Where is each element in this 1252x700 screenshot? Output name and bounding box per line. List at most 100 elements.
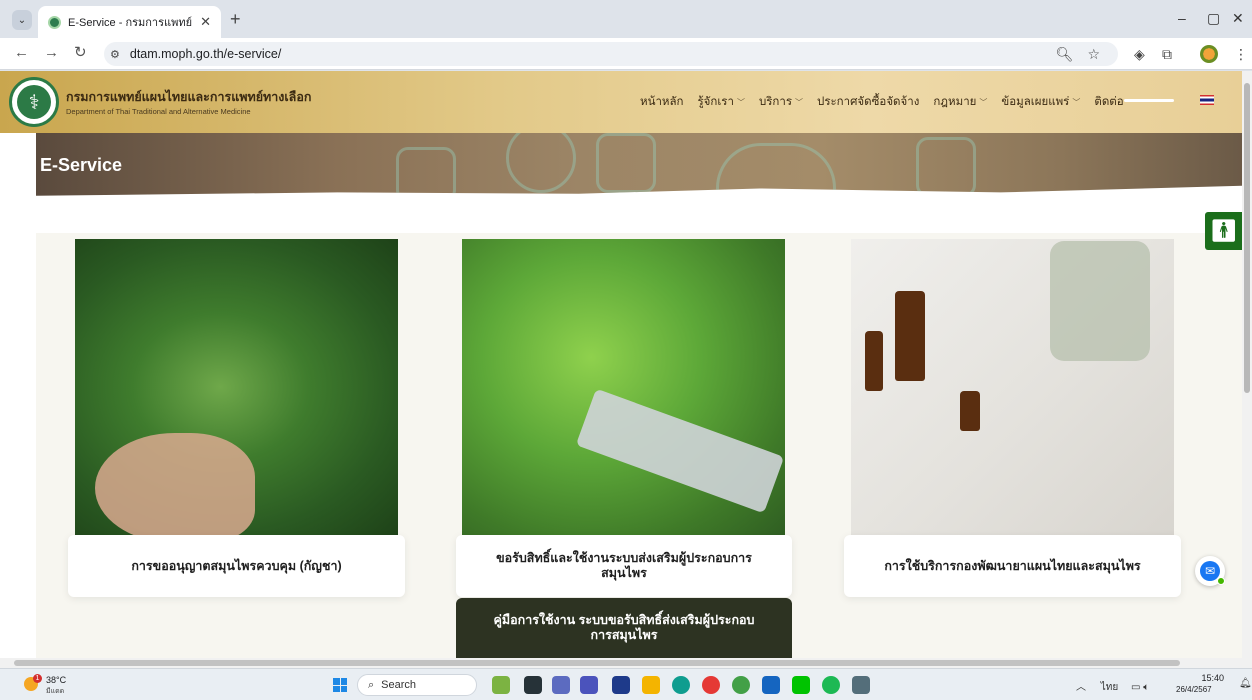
browser-toolbar: ← → ↻ ⚙ dtam.moph.go.th/e-service/ 🔍︎ ☆ … bbox=[0, 38, 1252, 70]
chevron-down-icon: ﹀ bbox=[1072, 98, 1081, 107]
clock-date[interactable]: 26/4/2567 bbox=[1176, 685, 1212, 694]
browser-tab-bar: ⌄ E-Service - กรมการแพทย์แผนไทยและ ✕ + –… bbox=[0, 0, 1252, 38]
online-status-dot bbox=[1217, 577, 1225, 585]
accessibility-button[interactable]: 🚹︎ bbox=[1205, 212, 1242, 250]
spotify-icon[interactable] bbox=[822, 676, 840, 694]
zoom-icon[interactable]: 🔍︎ bbox=[1056, 46, 1074, 63]
extensions-puzzle-icon[interactable]: ⧉ bbox=[1162, 46, 1172, 63]
browser-menu-icon[interactable]: ⋮ bbox=[1234, 46, 1248, 63]
department-logo[interactable]: ⚕ bbox=[9, 77, 59, 127]
nav-publications[interactable]: ข้อมูลเผยแพร่ ﹀ bbox=[1001, 93, 1080, 111]
caduceus-icon: ⚕ bbox=[17, 85, 51, 119]
user-manual-button[interactable]: คู่มือการใช้งาน ระบบขอรับสิทธิ์ส่งเสริมผ… bbox=[456, 598, 792, 658]
word-icon[interactable] bbox=[762, 676, 780, 694]
shield-icon bbox=[506, 133, 576, 193]
chat-app-icon[interactable] bbox=[552, 676, 570, 694]
chevron-down-icon: ﹀ bbox=[736, 98, 745, 107]
notification-bell-icon[interactable]: 🔔︎ bbox=[1239, 678, 1252, 689]
amber-bottle-image bbox=[895, 291, 925, 381]
card-title: ขอรับสิทธิ์และใช้งานระบบส่งเสริมผู้ประกอ… bbox=[496, 551, 752, 580]
herb-jar-image bbox=[1050, 241, 1150, 361]
hand-holding-leaf-image bbox=[95, 433, 255, 543]
horizontal-scrollbar[interactable] bbox=[0, 658, 1252, 668]
nav-law[interactable]: กฎหมาย ﹀ bbox=[933, 93, 987, 111]
url-text[interactable]: dtam.moph.go.th/e-service/ bbox=[130, 47, 281, 61]
card-title: การใช้บริการกองพัฒนายาแผนไทยและสมุนไพร bbox=[884, 558, 1141, 573]
medical-cross-icon bbox=[396, 147, 456, 196]
nav-services[interactable]: บริการ ﹀ bbox=[759, 93, 803, 111]
main-navigation: หน้าหลัก รู้จักเรา ﹀ บริการ ﹀ ประกาศจัดซื้… bbox=[640, 93, 1124, 111]
windows-taskbar: 1 38°C มีแดด ⌕ Search ︿ ไทย ▭ 🔈︎ 15:40 2… bbox=[0, 668, 1252, 700]
extension-icon[interactable]: ◈ bbox=[1134, 46, 1145, 63]
tab-search-menu-icon[interactable]: ⌄ bbox=[12, 10, 32, 30]
widget-app-icon[interactable] bbox=[492, 676, 510, 694]
card-title: การขออนุญาตสมุนไพรควบคุม (กัญชา) bbox=[131, 558, 342, 573]
file-explorer-icon[interactable] bbox=[642, 676, 660, 694]
chevron-down-icon: ﹀ bbox=[979, 98, 988, 107]
maximize-button[interactable]: ▢ bbox=[1207, 10, 1220, 27]
windows-start-icon[interactable] bbox=[333, 678, 347, 692]
nav-home[interactable]: หน้าหลัก bbox=[640, 93, 684, 111]
health-plus-icon bbox=[716, 143, 836, 196]
clipboard-icon bbox=[916, 137, 976, 196]
minimize-button[interactable]: – bbox=[1178, 10, 1186, 26]
back-arrow-icon[interactable]: ← bbox=[14, 45, 29, 61]
vertical-scrollbar[interactable] bbox=[1242, 71, 1252, 658]
weather-notification-badge: 1 bbox=[33, 674, 42, 683]
volume-icon[interactable]: 🔈︎ bbox=[1143, 682, 1149, 693]
tray-chevron-up-icon[interactable]: ︿ bbox=[1076, 682, 1086, 693]
page-banner bbox=[36, 133, 1242, 196]
bookmark-star-icon[interactable]: ☆ bbox=[1087, 46, 1100, 63]
tab-close-icon[interactable]: ✕ bbox=[200, 14, 211, 30]
line-app-icon[interactable] bbox=[792, 676, 810, 694]
weather-temperature[interactable]: 38°C bbox=[46, 675, 66, 685]
zoom-app-icon[interactable] bbox=[612, 676, 630, 694]
search-label: Search bbox=[381, 679, 417, 691]
forward-arrow-icon[interactable]: → bbox=[44, 45, 59, 61]
chrome-icon[interactable] bbox=[702, 676, 720, 694]
vertical-scroll-thumb[interactable] bbox=[1244, 83, 1250, 393]
amber-bottle-image bbox=[865, 331, 883, 391]
header-search-bar[interactable] bbox=[1124, 99, 1174, 102]
manual-button-label: คู่มือการใช้งาน ระบบขอรับสิทธิ์ส่งเสริมผ… bbox=[493, 613, 755, 642]
profile-avatar-icon[interactable] bbox=[1200, 45, 1218, 63]
weather-description: มีแดด bbox=[46, 688, 65, 695]
site-favicon-icon bbox=[48, 15, 61, 29]
nav-contact[interactable]: ติดต่อ bbox=[1094, 93, 1123, 111]
system-tray[interactable]: ︿ ไทย ▭ 🔈︎ bbox=[1076, 678, 1149, 695]
input-language[interactable]: ไทย bbox=[1101, 682, 1118, 693]
calculator-icon[interactable] bbox=[852, 676, 870, 694]
task-view-icon[interactable] bbox=[524, 676, 542, 694]
nav-procurement[interactable]: ประกาศจัดซื้อจัดจ้าง bbox=[817, 93, 919, 111]
site-header: ⚕ กรมการแพทย์แผนไทยและการแพทย์ทางเลือก D… bbox=[0, 71, 1242, 133]
search-icon: ⌕ bbox=[368, 678, 375, 691]
close-window-button[interactable]: ✕ bbox=[1232, 10, 1244, 27]
browser-tab[interactable]: E-Service - กรมการแพทย์แผนไทยและ ✕ bbox=[38, 6, 221, 38]
tab-title: E-Service - กรมการแพทย์แผนไทยและ bbox=[68, 17, 193, 29]
page-viewport: ⚕ กรมการแพทย์แผนไทยและการแพทย์ทางเลือก D… bbox=[0, 71, 1242, 658]
card-herbal-entrepreneur-system[interactable]: ขอรับสิทธิ์และใช้งานระบบส่งเสริมผู้ประกอ… bbox=[456, 535, 792, 597]
teams-icon[interactable] bbox=[580, 676, 598, 694]
thai-flag-icon[interactable] bbox=[1200, 95, 1214, 105]
chevron-down-icon: ﹀ bbox=[795, 98, 804, 107]
chrome-profile-icon[interactable] bbox=[732, 676, 750, 694]
new-tab-button[interactable]: + bbox=[230, 10, 241, 28]
address-bar[interactable]: ⚙ dtam.moph.go.th/e-service/ 🔍︎ ☆ bbox=[104, 42, 1118, 66]
card-thai-drug-development[interactable]: การใช้บริการกองพัฒนายาแผนไทยและสมุนไพร bbox=[844, 535, 1181, 597]
nav-about[interactable]: รู้จักเรา ﹀ bbox=[698, 93, 745, 111]
horizontal-scroll-thumb[interactable] bbox=[14, 660, 1180, 666]
taskbar-search[interactable]: ⌕ Search bbox=[357, 674, 477, 696]
network-icon[interactable]: ▭ bbox=[1131, 682, 1140, 693]
messenger-chat-button[interactable]: ✉ bbox=[1195, 556, 1225, 586]
medicine-bottle-icon bbox=[596, 133, 656, 193]
reload-icon[interactable]: ↻ bbox=[74, 45, 87, 61]
accessibility-person-icon: 🚹︎ bbox=[1209, 218, 1238, 243]
amber-bottle-image bbox=[960, 391, 980, 431]
org-name-thai[interactable]: กรมการแพทย์แผนไทยและการแพทย์ทางเลือก bbox=[66, 87, 311, 107]
card-cannabis-permit[interactable]: การขออนุญาตสมุนไพรควบคุม (กัญชา) bbox=[68, 535, 405, 597]
site-info-icon[interactable]: ⚙ bbox=[110, 48, 120, 61]
page-title: E-Service bbox=[40, 155, 123, 175]
org-name-english: Department of Thai Traditional and Alter… bbox=[66, 107, 251, 116]
clock-time[interactable]: 15:40 bbox=[1196, 673, 1224, 683]
edge-browser-icon[interactable] bbox=[672, 676, 690, 694]
